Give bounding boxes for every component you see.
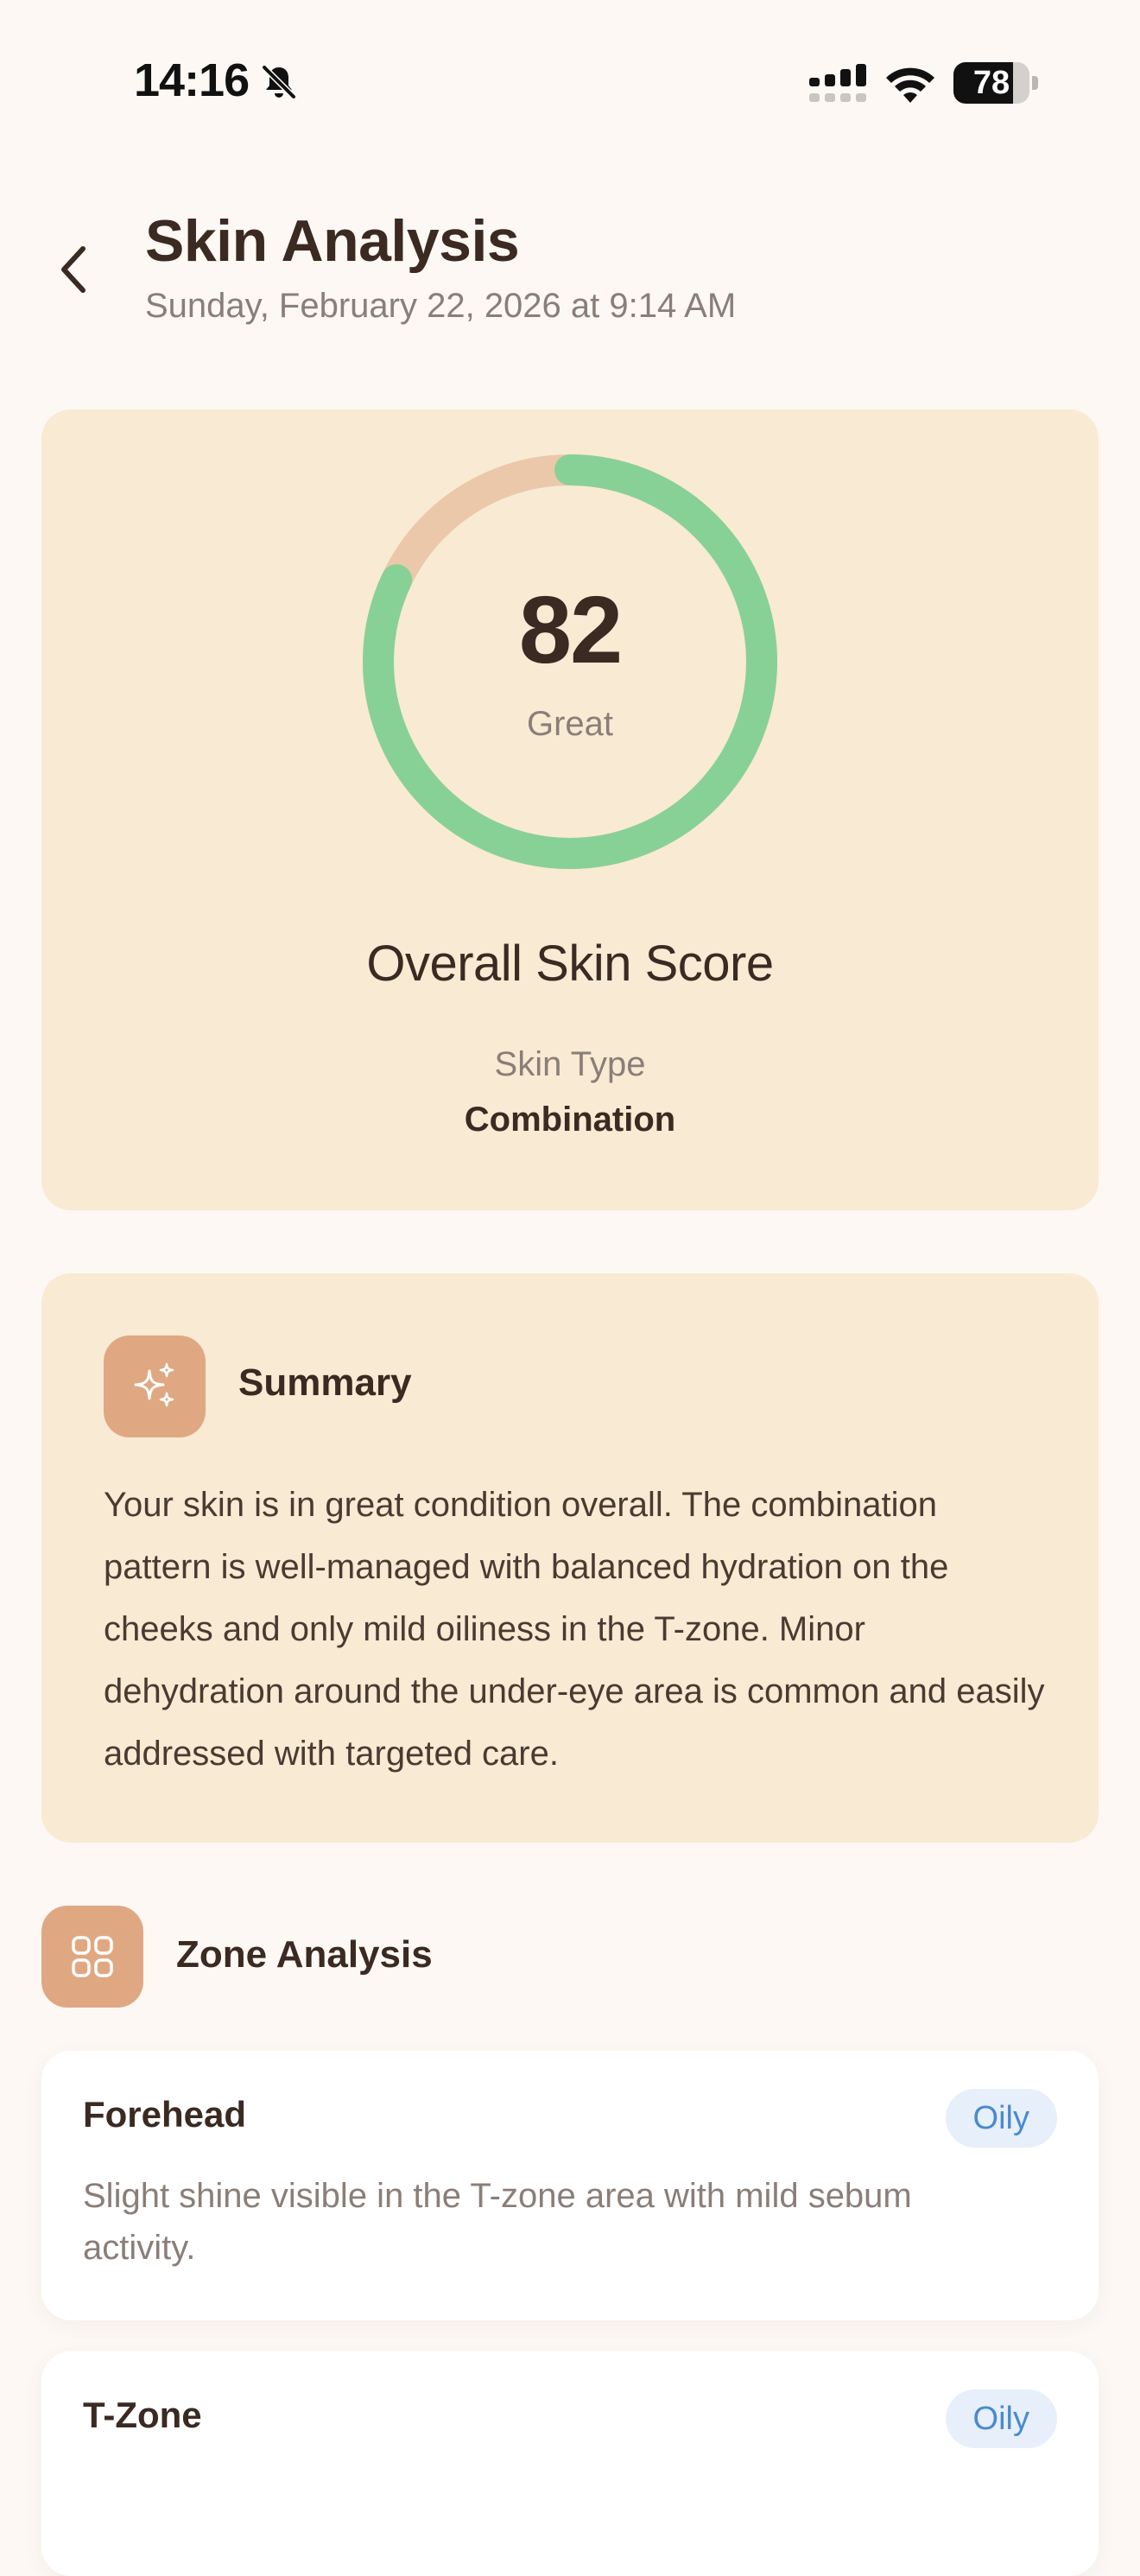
page-header: Skin Analysis Sunday, February 22, 2026 …: [0, 199, 1140, 346]
battery-tip: [1032, 76, 1038, 90]
page-subtitle: Sunday, February 22, 2026 at 9:14 AM: [145, 287, 737, 325]
sparkles-icon: [134, 1362, 174, 1407]
battery-body: 78: [953, 62, 1029, 104]
score-label: Great: [526, 705, 614, 743]
zone-name: Forehead: [83, 2094, 247, 2135]
zone-card-forehead[interactable]: Forehead Oily Slight shine visible in th…: [41, 2051, 1099, 2320]
zone-status-badge: Oily: [945, 2389, 1057, 2448]
zone-description: Slight shine visible in the T-zone area …: [83, 2177, 912, 2267]
zone-icon-tile: [41, 1906, 143, 2008]
score-title: Overall Skin Score: [366, 936, 774, 992]
bell-slash-icon: [262, 65, 296, 99]
page-title: Skin Analysis: [145, 208, 520, 274]
score-value: 82: [518, 577, 623, 683]
summary-card: Summary Your skin is in great condition …: [41, 1273, 1099, 1843]
summary-icon-tile: [104, 1336, 206, 1437]
chevron-left-icon: [61, 246, 86, 293]
battery-level: 78: [972, 65, 1010, 101]
skin-type-value: Combination: [464, 1101, 676, 1139]
status-bar: 14:16 78: [0, 0, 1140, 164]
skin-type-label: Skin Type: [494, 1045, 646, 1083]
battery-indicator: 78: [953, 62, 1038, 104]
zone-card-t-zone[interactable]: T-Zone Oily: [41, 2351, 1099, 2576]
summary-text: Your skin is in great condition overall.…: [104, 1486, 1045, 1773]
score-card: 82 Great Overall Skin Score Skin Type Co…: [41, 409, 1099, 1210]
zone-analysis-title: Zone Analysis: [176, 1933, 433, 1976]
zone-analysis-header: Zone Analysis: [41, 1906, 1099, 2008]
wifi-icon: [886, 67, 934, 103]
status-time: 14:16: [134, 54, 250, 106]
zone-name: T-Zone: [83, 2395, 202, 2435]
score-gauge: 82 Great: [363, 454, 777, 869]
back-button[interactable]: [48, 235, 100, 304]
cellular-signal-icon: [809, 64, 866, 102]
zone-status-badge: Oily: [945, 2089, 1057, 2148]
grid-icon: [72, 1936, 113, 1977]
summary-title: Summary: [238, 1361, 412, 1404]
